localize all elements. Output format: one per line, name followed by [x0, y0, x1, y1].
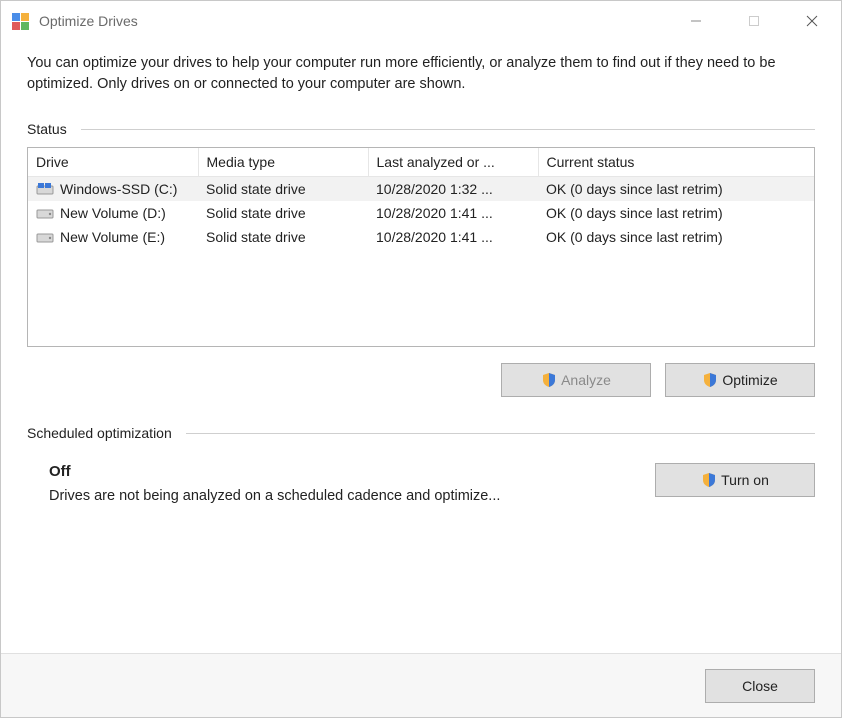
table-header-row: Drive Media type Last analyzed or ... Cu…: [28, 148, 814, 177]
drive-last-analyzed: 10/28/2020 1:32 ...: [368, 177, 538, 202]
maximize-button[interactable]: [725, 1, 783, 41]
window-title: Optimize Drives: [39, 13, 138, 29]
turn-on-button[interactable]: Turn on: [655, 463, 815, 497]
shield-icon: [702, 372, 718, 388]
drive-media: Solid state drive: [198, 177, 368, 202]
col-media-header[interactable]: Media type: [198, 148, 368, 177]
optimize-button[interactable]: Optimize: [665, 363, 815, 397]
drive-media: Solid state drive: [198, 225, 368, 249]
footer: Close: [1, 653, 841, 717]
app-icon: [11, 12, 29, 30]
col-drive-header[interactable]: Drive: [28, 148, 198, 177]
drive-last-analyzed: 10/28/2020 1:41 ...: [368, 201, 538, 225]
analyze-button[interactable]: Analyze: [501, 363, 651, 397]
titlebar: Optimize Drives: [1, 1, 841, 41]
drive-status: OK (0 days since last retrim): [538, 225, 814, 249]
col-last-header[interactable]: Last analyzed or ...: [368, 148, 538, 177]
turn-on-label: Turn on: [721, 472, 769, 488]
status-label: Status: [27, 121, 67, 137]
table-row[interactable]: Windows-SSD (C:) Solid state drive10/28/2…: [28, 177, 814, 202]
drive-name: Windows-SSD (C:): [60, 181, 177, 197]
minimize-button[interactable]: [667, 1, 725, 41]
scheduled-header: Scheduled optimization: [27, 425, 815, 441]
close-button[interactable]: [783, 1, 841, 41]
drive-status: OK (0 days since last retrim): [538, 201, 814, 225]
optimize-label: Optimize: [722, 372, 777, 388]
drive-status: OK (0 days since last retrim): [538, 177, 814, 202]
drive-media: Solid state drive: [198, 201, 368, 225]
divider: [81, 129, 815, 130]
drive-last-analyzed: 10/28/2020 1:41 ...: [368, 225, 538, 249]
drive-icon: [36, 206, 54, 220]
scheduled-section: Off Drives are not being analyzed on a s…: [27, 451, 815, 504]
analyze-label: Analyze: [561, 372, 611, 388]
close-dialog-button[interactable]: Close: [705, 669, 815, 703]
drives-table-container: Drive Media type Last analyzed or ... Cu…: [27, 147, 815, 347]
drive-name: New Volume (D:): [60, 205, 166, 221]
drives-table[interactable]: Drive Media type Last analyzed or ... Cu…: [28, 148, 814, 249]
col-status-header[interactable]: Current status: [538, 148, 814, 177]
scheduled-label: Scheduled optimization: [27, 425, 172, 441]
status-header: Status: [27, 121, 815, 137]
drive-name: New Volume (E:): [60, 229, 165, 245]
shield-icon: [701, 472, 717, 488]
page-description: You can optimize your drives to help you…: [27, 41, 815, 115]
optimize-drives-window: Optimize Drives You can optimize your dr…: [0, 0, 842, 718]
table-row[interactable]: New Volume (D:) Solid state drive10/28/20…: [28, 201, 814, 225]
close-label: Close: [742, 678, 778, 694]
shield-icon: [541, 372, 557, 388]
drive-icon: [36, 230, 54, 244]
table-row[interactable]: New Volume (E:) Solid state drive10/28/20…: [28, 225, 814, 249]
windows-drive-icon: [36, 182, 54, 196]
scheduled-state: Off: [49, 463, 635, 480]
scheduled-detail: Drives are not being analyzed on a sched…: [49, 488, 635, 504]
action-button-row: Analyze Optimize: [27, 347, 815, 405]
divider: [186, 433, 815, 434]
